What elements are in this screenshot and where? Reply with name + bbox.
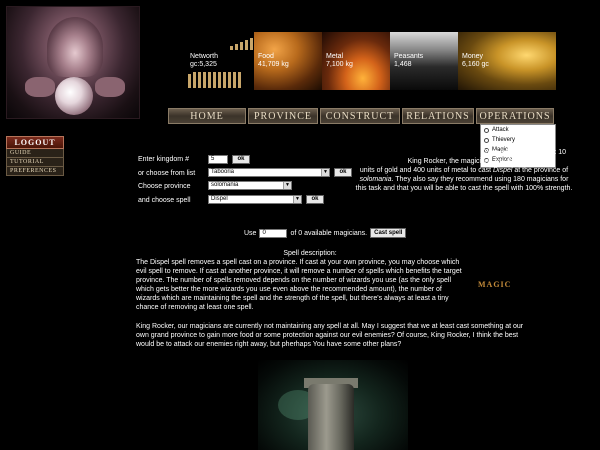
magicians-input[interactable]: 0 [259, 228, 288, 238]
spell-description-title: Spell description: [283, 250, 337, 257]
spell-description-text: The Dispel spell removes a spell cast on… [136, 259, 462, 311]
nav-construct-button[interactable]: CONSTRUCT [320, 108, 400, 124]
menu-item-thievery[interactable]: Thievery [481, 135, 555, 145]
kingdom-input[interactable]: 5 [208, 155, 228, 164]
food-panel: Food 41,709 kg [254, 32, 322, 90]
food-label: Food [258, 53, 274, 60]
money-value: 6,160 gc [462, 61, 489, 68]
advice-spell: Dispel [492, 167, 513, 174]
money-label: Money [462, 53, 484, 60]
networth-panel: Networth gc:5,325 [186, 32, 254, 90]
use-label: Use [244, 229, 257, 237]
mana-percentage: Your mana percentage: 10 [483, 149, 566, 156]
tower-image [258, 360, 408, 450]
advice-line-a: King Rocker, the magicians say they [407, 158, 521, 165]
kingdom-ok-button[interactable]: ok [232, 155, 250, 164]
province-label: Choose province [138, 183, 191, 190]
province-value: solomania [211, 182, 239, 188]
chevron-down-icon[interactable]: ▼ [321, 169, 329, 176]
radio-icon[interactable] [484, 127, 489, 133]
food-value: 41,709 kg [258, 61, 289, 68]
wizard-portrait-image [6, 6, 140, 119]
magician-plans-text: King Rocker, our magicians are currently… [136, 323, 524, 348]
advice-line-b: units of gold and 400 units of metal to … [359, 167, 492, 174]
spell-ok-button[interactable]: ok [306, 195, 324, 204]
sidebar-item-tutorial[interactable]: TUTORIAL [6, 158, 64, 167]
advice-province: solomania [359, 176, 392, 183]
magician-advice: Your mana percentage: 10 King Rocker, th… [354, 148, 574, 193]
radio-icon[interactable] [484, 137, 489, 143]
networth-value: gc:5,325 [190, 61, 217, 68]
province-select[interactable]: solomania ▼ [208, 181, 292, 190]
cast-spell-button[interactable]: Cast spell [370, 228, 407, 238]
sidebar: LOGOUT GUIDE TUTORIAL PREFERENCES [6, 136, 64, 176]
main-nav: HOME PROVINCE CONSTRUCT RELATIONS OPERAT… [168, 108, 554, 124]
sidebar-item-guide[interactable]: GUIDE [6, 149, 64, 158]
magic-logo: MAGIC [478, 280, 512, 289]
cast-row: Use 0 of 0 available magicians. Cast spe… [244, 228, 407, 238]
peasants-panel: Peasants 1,468 [390, 32, 458, 90]
networth-bars-icon [188, 72, 241, 88]
resource-strip: Networth gc:5,325 Food 41,709 kg Metal 7… [186, 32, 556, 90]
metal-value: 7,100 kg [326, 61, 353, 68]
list-ok-button[interactable]: ok [334, 168, 352, 177]
money-panel: Money 6,160 gc [458, 32, 556, 90]
nav-province-button[interactable]: PROVINCE [248, 108, 318, 124]
menu-item-attack[interactable]: Attack [481, 125, 555, 135]
list-label: or choose from list [138, 170, 196, 177]
available-magicians: of 0 available magicians. [290, 229, 368, 237]
kingdom-list-value: Tabooria [211, 169, 235, 175]
networth-label: Networth [190, 53, 219, 60]
chevron-down-icon[interactable]: ▼ [293, 196, 301, 203]
kingdom-label: Enter kingdom # [138, 156, 189, 163]
spell-label: and choose spell [138, 197, 191, 204]
nav-home-button[interactable]: HOME [168, 108, 246, 124]
nav-relations-button[interactable]: RELATIONS [402, 108, 474, 124]
spell-select[interactable]: Dispel ▼ [208, 195, 302, 204]
metal-panel: Metal 7,100 kg [322, 32, 390, 90]
kingdom-list-select[interactable]: Tabooria ▼ [208, 168, 330, 177]
menu-item-label: Attack [492, 127, 509, 133]
spell-value: Dispel [211, 196, 228, 202]
nav-operations-button[interactable]: OPERATIONS [476, 108, 554, 124]
sidebar-item-preferences[interactable]: PREFERENCES [6, 167, 64, 176]
chevron-down-icon[interactable]: ▼ [283, 182, 291, 189]
advice-line-c: at the province of [514, 167, 569, 174]
peasants-value: 1,468 [394, 61, 412, 68]
menu-item-label: Thievery [492, 137, 516, 143]
peasants-label: Peasants [394, 53, 424, 60]
metal-label: Metal [326, 53, 344, 60]
networth-graph-icon [230, 34, 254, 50]
logout-button[interactable]: LOGOUT [6, 136, 64, 149]
